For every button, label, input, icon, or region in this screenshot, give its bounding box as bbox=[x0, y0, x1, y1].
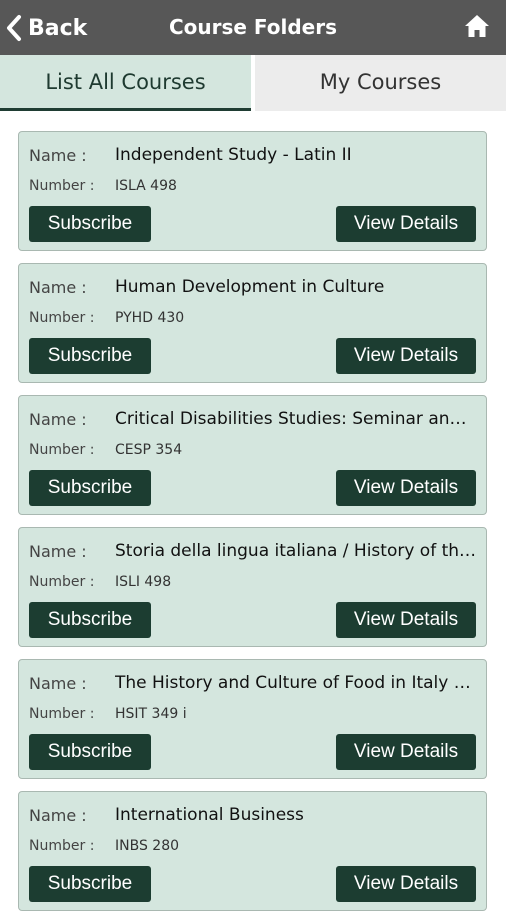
name-label: Name : bbox=[29, 278, 87, 297]
number-label: Number : bbox=[29, 574, 95, 590]
view-details-button[interactable]: View Details bbox=[336, 866, 476, 902]
course-name: The History and Culture of Food in Italy… bbox=[115, 673, 477, 693]
course-card: Name : International Business Number : I… bbox=[18, 791, 487, 911]
name-label: Name : bbox=[29, 146, 87, 165]
view-details-button[interactable]: View Details bbox=[336, 602, 476, 638]
number-label: Number : bbox=[29, 310, 95, 326]
tab-bar: List All Courses My Courses bbox=[0, 55, 506, 111]
number-label: Number : bbox=[29, 442, 95, 458]
page-title: Course Folders bbox=[168, 15, 338, 39]
name-label: Name : bbox=[29, 542, 87, 561]
course-card: Name : Human Development in Culture Numb… bbox=[18, 263, 487, 383]
course-name: Critical Disabilities Studies: Seminar a… bbox=[115, 409, 477, 429]
course-name: Independent Study - Latin II bbox=[115, 145, 352, 165]
course-card: Name : Critical Disabilities Studies: Se… bbox=[18, 395, 487, 515]
course-name: Human Development in Culture bbox=[115, 277, 385, 297]
tab-my-courses[interactable]: My Courses bbox=[251, 55, 506, 111]
view-details-button[interactable]: View Details bbox=[336, 734, 476, 770]
course-name: Storia della lingua italiana / History o… bbox=[115, 541, 477, 561]
course-name: International Business bbox=[115, 805, 304, 825]
course-number: CESP 354 bbox=[115, 442, 183, 458]
course-number: HSIT 349 i bbox=[115, 706, 187, 722]
home-button[interactable] bbox=[464, 13, 490, 39]
number-label: Number : bbox=[29, 706, 95, 722]
subscribe-button[interactable]: Subscribe bbox=[29, 734, 151, 770]
name-label: Name : bbox=[29, 410, 87, 429]
course-card: Name : Independent Study - Latin II Numb… bbox=[18, 131, 487, 251]
course-number: ISLI 498 bbox=[115, 574, 172, 590]
course-list: Name : Independent Study - Latin II Numb… bbox=[18, 131, 487, 923]
subscribe-button[interactable]: Subscribe bbox=[29, 206, 151, 242]
course-card: Name : Storia della lingua italiana / Hi… bbox=[18, 527, 487, 647]
course-number: ISLA 498 bbox=[115, 178, 177, 194]
number-label: Number : bbox=[29, 838, 95, 854]
view-details-button[interactable]: View Details bbox=[336, 206, 476, 242]
course-number: PYHD 430 bbox=[115, 310, 185, 326]
subscribe-button[interactable]: Subscribe bbox=[29, 602, 151, 638]
name-label: Name : bbox=[29, 674, 87, 693]
subscribe-button[interactable]: Subscribe bbox=[29, 866, 151, 902]
number-label: Number : bbox=[29, 178, 95, 194]
course-card: Name : The History and Culture of Food i… bbox=[18, 659, 487, 779]
subscribe-button[interactable]: Subscribe bbox=[29, 470, 151, 506]
top-bar: Back Course Folders bbox=[0, 0, 506, 55]
home-icon bbox=[465, 15, 489, 37]
subscribe-button[interactable]: Subscribe bbox=[29, 338, 151, 374]
tab-list-all-courses[interactable]: List All Courses bbox=[0, 55, 251, 111]
name-label: Name : bbox=[29, 806, 87, 825]
view-details-button[interactable]: View Details bbox=[336, 338, 476, 374]
course-number: INBS 280 bbox=[115, 838, 180, 854]
view-details-button[interactable]: View Details bbox=[336, 470, 476, 506]
